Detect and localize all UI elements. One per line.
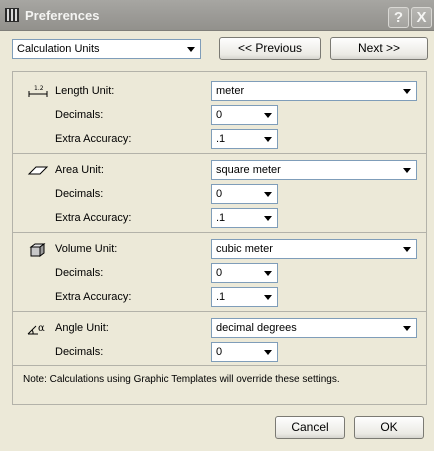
angle-unit-label: Angle Unit: [55, 322, 109, 334]
chevron-down-icon[interactable] [183, 41, 199, 57]
area-decimals-label: Decimals: [55, 188, 104, 200]
volume-decimals-value: 0 [216, 267, 223, 279]
chevron-down-icon[interactable] [399, 83, 415, 99]
section-divider [13, 232, 426, 233]
cancel-button[interactable]: Cancel [275, 416, 345, 439]
length-decimals-value: 0 [216, 109, 223, 121]
angle-alpha-icon: α [27, 321, 49, 337]
help-button[interactable]: ? [388, 7, 409, 28]
category-select[interactable]: Calculation Units [12, 39, 201, 59]
volume-decimals-label: Decimals: [55, 267, 104, 279]
length-unit-select[interactable]: meter [211, 81, 417, 101]
svg-text:1.2: 1.2 [34, 85, 44, 92]
volume-cube-icon [27, 242, 49, 258]
chevron-down-icon[interactable] [260, 344, 276, 360]
area-plane-icon [27, 163, 49, 179]
volume-unit-select[interactable]: cubic meter [211, 239, 417, 259]
area-accuracy-select[interactable]: .1 [211, 208, 278, 228]
volume-decimals-select[interactable]: 0 [211, 263, 278, 283]
angle-decimals-select[interactable]: 0 [211, 342, 278, 362]
angle-unit-select[interactable]: decimal degrees [211, 318, 417, 338]
area-accuracy-label: Extra Accuracy: [55, 212, 132, 224]
svg-text:α: α [38, 323, 45, 334]
length-dimension-icon: 1.2 [27, 84, 49, 100]
area-unit-label: Area Unit: [55, 164, 104, 176]
chevron-down-icon[interactable] [260, 210, 276, 226]
angle-decimals-value: 0 [216, 346, 223, 358]
chevron-down-icon[interactable] [260, 107, 276, 123]
length-unit-label: Length Unit: [55, 85, 115, 97]
volume-accuracy-value: .1 [216, 291, 226, 303]
area-decimals-select[interactable]: 0 [211, 184, 278, 204]
angle-unit-value: decimal degrees [216, 322, 297, 334]
volume-accuracy-select[interactable]: .1 [211, 287, 278, 307]
angle-decimals-label: Decimals: [55, 346, 104, 358]
close-button[interactable]: X [411, 7, 432, 28]
length-accuracy-select[interactable]: .1 [211, 129, 278, 149]
area-decimals-value: 0 [216, 188, 223, 200]
category-select-value: Calculation Units [17, 43, 100, 55]
chevron-down-icon[interactable] [399, 162, 415, 178]
preferences-dialog: Preferences ? X Calculation Units << Pre… [0, 0, 434, 451]
volume-accuracy-label: Extra Accuracy: [55, 291, 132, 303]
area-unit-value: square meter [216, 164, 281, 176]
area-unit-select[interactable]: square meter [211, 160, 417, 180]
previous-button[interactable]: << Previous [219, 37, 321, 60]
title-bar[interactable]: Preferences ? X [0, 0, 434, 31]
ruler-app-icon [4, 7, 20, 23]
volume-unit-label: Volume Unit: [55, 243, 118, 255]
chevron-down-icon[interactable] [260, 265, 276, 281]
length-accuracy-value: .1 [216, 133, 226, 145]
length-accuracy-label: Extra Accuracy: [55, 133, 132, 145]
length-decimals-select[interactable]: 0 [211, 105, 278, 125]
chevron-down-icon[interactable] [399, 320, 415, 336]
section-divider [13, 365, 426, 366]
section-divider [13, 153, 426, 154]
volume-unit-value: cubic meter [216, 243, 273, 255]
next-button[interactable]: Next >> [330, 37, 428, 60]
section-divider [13, 311, 426, 312]
settings-note: Note: Calculations using Graphic Templat… [23, 374, 340, 385]
length-unit-value: meter [216, 85, 245, 97]
ok-button[interactable]: OK [354, 416, 424, 439]
area-accuracy-value: .1 [216, 212, 226, 224]
chevron-down-icon[interactable] [260, 289, 276, 305]
window-title: Preferences [25, 8, 100, 23]
chevron-down-icon[interactable] [260, 131, 276, 147]
length-decimals-label: Decimals: [55, 109, 104, 121]
chevron-down-icon[interactable] [399, 241, 415, 257]
chevron-down-icon[interactable] [260, 186, 276, 202]
